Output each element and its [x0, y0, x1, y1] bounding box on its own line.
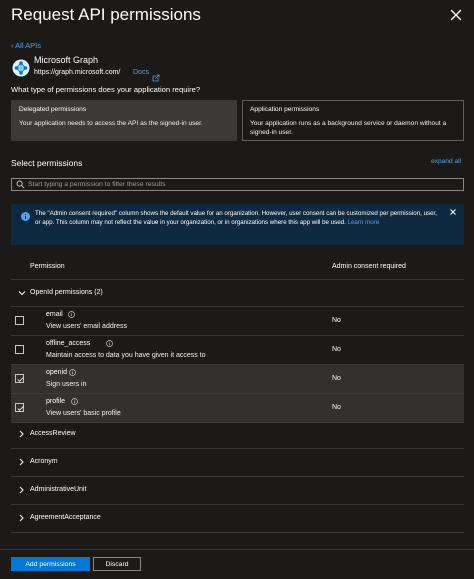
checkbox-checked[interactable]	[15, 403, 24, 412]
admin-consent-value: No	[332, 346, 341, 353]
chevron-right-icon	[19, 486, 24, 494]
external-link-icon[interactable]	[152, 69, 160, 82]
admin-consent-column-header: Admin consent required	[332, 263, 406, 270]
table-header: Permission Admin consent required	[11, 253, 464, 280]
permission-description: View users' email address	[46, 323, 127, 330]
permission-row-profile[interactable]: profile View users' basic profile No	[11, 394, 464, 423]
group-label: Acronym	[30, 458, 58, 465]
info-icon[interactable]	[71, 398, 78, 405]
info-icon	[21, 212, 30, 221]
expand-all-link[interactable]: expand all	[431, 158, 461, 165]
group-row-agreementacceptance[interactable]: AgreementAcceptance	[11, 504, 464, 533]
api-name: Microsoft Graph	[34, 55, 99, 65]
card-description: Your application needs to access the API…	[19, 119, 203, 127]
permission-row-offline-access[interactable]: offline_access Maintain access to data y…	[11, 336, 464, 365]
permission-search-box[interactable]	[11, 178, 464, 191]
permission-search-input[interactable]	[28, 181, 463, 188]
application-permissions-card[interactable]: Application permissions Your application…	[242, 100, 464, 141]
permission-type-question: What type of permissions does your appli…	[11, 85, 201, 94]
admin-consent-value: No	[332, 404, 341, 411]
permission-name: openid	[46, 369, 68, 376]
admin-consent-value: No	[332, 375, 341, 382]
checkbox-checked[interactable]	[15, 374, 24, 383]
all-apis-link[interactable]: ‹ All APIs	[11, 41, 41, 50]
add-permissions-button[interactable]: Add permissions	[11, 557, 90, 571]
checkbox[interactable]	[15, 316, 24, 325]
panel-title: Request API permissions	[11, 5, 201, 24]
learn-more-link[interactable]: Learn more	[348, 219, 380, 226]
openid-permissions-group[interactable]: OpenId permissions (2)	[11, 280, 464, 307]
card-title: Application permissions	[250, 106, 320, 113]
microsoft-graph-icon	[12, 59, 30, 77]
chevron-right-icon	[19, 514, 24, 522]
dismiss-banner-icon[interactable]	[449, 208, 457, 216]
chevron-down-icon	[18, 291, 26, 296]
footer-divider	[0, 549, 474, 550]
chevron-right-icon	[19, 458, 24, 466]
group-label: AdministrativeUnit	[30, 486, 87, 493]
close-icon[interactable]	[448, 7, 464, 23]
group-label: OpenId permissions (2)	[30, 289, 103, 296]
permission-row-email[interactable]: email View users' email address No	[11, 307, 464, 336]
permission-description: Sign users in	[46, 381, 87, 388]
group-row-acronym[interactable]: Acronym	[11, 448, 464, 477]
docs-link[interactable]: Docs	[133, 69, 149, 76]
group-label: AccessReview	[30, 430, 76, 437]
discard-button[interactable]: Discard	[93, 557, 141, 571]
info-icon[interactable]	[106, 340, 113, 347]
group-label: AgreementAcceptance	[30, 514, 101, 521]
permission-name: email	[46, 311, 63, 318]
permission-description: View users' basic profile	[46, 410, 121, 417]
group-row-accessreview[interactable]: AccessReview	[11, 420, 464, 449]
api-url: https://graph.microsoft.com/	[34, 69, 121, 76]
admin-consent-value: No	[332, 317, 341, 324]
info-icon[interactable]	[68, 311, 75, 318]
search-icon	[16, 180, 25, 189]
permission-name: profile	[46, 398, 66, 405]
chevron-right-icon	[19, 430, 24, 438]
admin-consent-info-banner: The "Admin consent required" column show…	[11, 204, 464, 245]
group-row-administrativeunit[interactable]: AdministrativeUnit	[11, 476, 464, 505]
delegated-permissions-card[interactable]: Delegated permissions Your application n…	[11, 100, 237, 141]
card-description: Your application runs as a background se…	[250, 119, 447, 136]
permission-column-header: Permission	[30, 263, 65, 270]
card-title: Delegated permissions	[19, 106, 87, 113]
checkbox[interactable]	[15, 345, 24, 354]
info-icon[interactable]	[69, 369, 76, 376]
permission-description: Maintain access to data you have given i…	[46, 352, 206, 359]
select-permissions-heading: Select permissions	[11, 158, 83, 168]
permission-name: offline_access	[46, 340, 91, 347]
permission-row-openid[interactable]: openid Sign users in No	[11, 365, 464, 394]
